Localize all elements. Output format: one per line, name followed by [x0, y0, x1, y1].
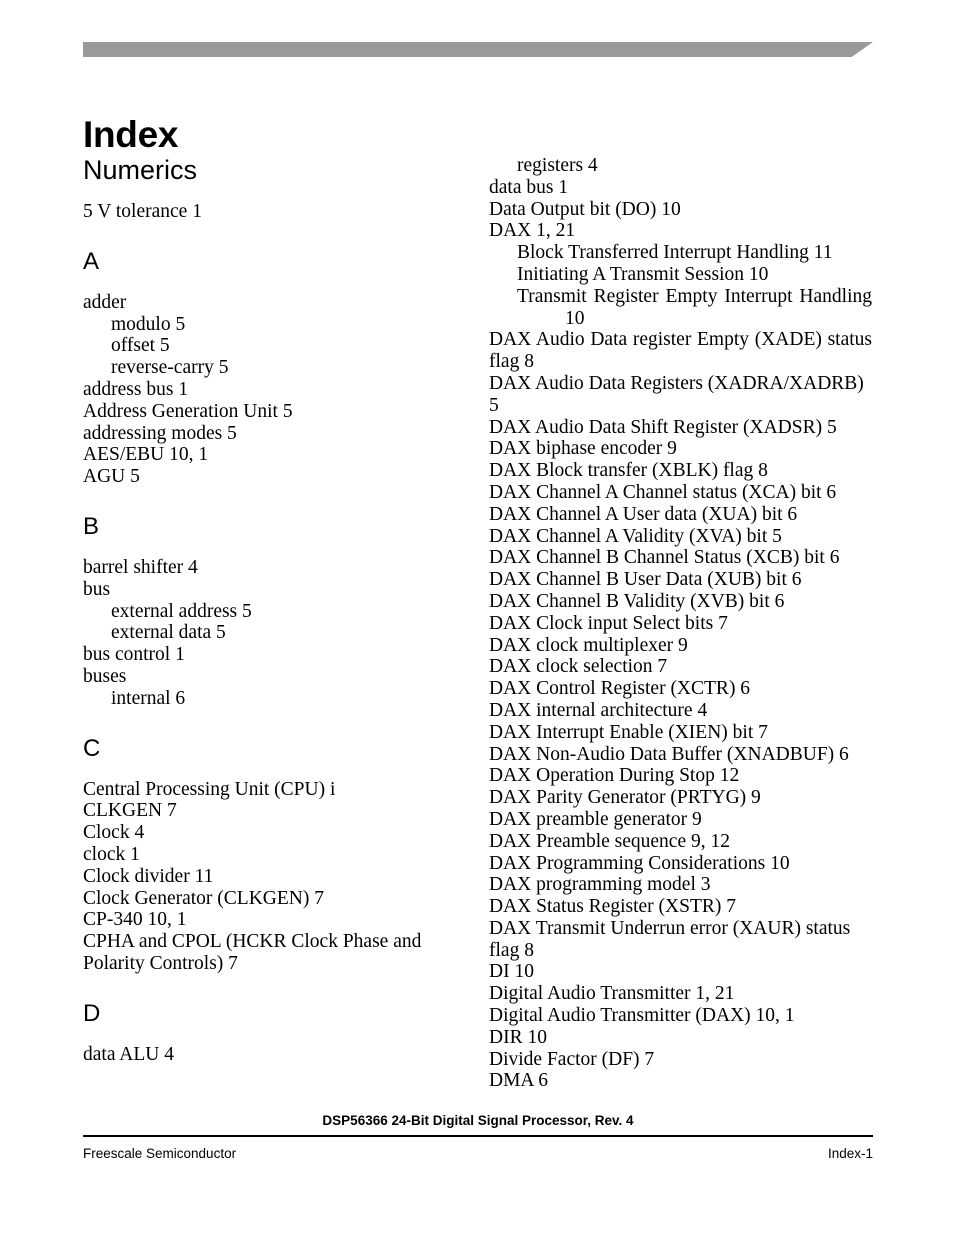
index-entry: addressing modes 5 [83, 422, 237, 444]
index-entry: 5 V tolerance 1 [83, 201, 202, 222]
index-entry: DAX programming model 3 [489, 874, 711, 896]
index-entry: CPHA and CPOL (HCKR Clock Phase and Pola… [83, 931, 422, 974]
index-sub-entry: internal 6 [111, 687, 186, 709]
index-sub-entry: external data 5 [111, 622, 226, 644]
header-accent-bar [83, 42, 873, 57]
index-entry: barrel shifter 4 [83, 556, 198, 578]
index-entry: DAX Audio Data register Empty (XADE) sta… [489, 329, 872, 373]
index-entry: clock 1 [83, 843, 140, 865]
index-entry: adder [83, 291, 127, 313]
index-entry: buses [83, 665, 127, 687]
index-entry: CP-340 10, 1 [83, 909, 187, 931]
header-accent-bar-shape [83, 42, 873, 57]
index-entry: DAX clock multiplexer 9 [489, 634, 688, 656]
index-entry: data ALU 4 [83, 1043, 174, 1065]
footer-page-number: Index-1 [827, 1145, 873, 1161]
index-entry: DAX Interrupt Enable (XIEN) bit 7 [489, 721, 768, 743]
index-entry: DAX Channel B User Data (XUB) bit 6 [489, 569, 802, 591]
index-entry: DAX Preamble sequence 9, 12 [489, 830, 730, 852]
index-entry: DMA 6 [489, 1070, 549, 1092]
index-entry: DIR 10 [489, 1026, 547, 1048]
index-sub-entry: external address 5 [111, 600, 252, 622]
index-entry: Divide Factor (DF) 7 [489, 1048, 655, 1070]
index-entry: Address Generation Unit 5 [83, 400, 293, 422]
index-entry: DAX Channel A Channel status (XCA) bit 6 [489, 481, 837, 503]
index-section-letter: B [83, 512, 100, 540]
index-entry: Data Output bit (DO) 10 [489, 198, 681, 220]
index-entry: address bus 1 [83, 378, 189, 400]
index-entry: DAX Audio Data Shift Register (XADSR) 5 [489, 416, 837, 438]
index-entry: Digital Audio Transmitter 1, 21 [489, 983, 735, 1005]
index-entry: DAX Channel A User data (XUA) bit 6 [489, 503, 798, 525]
page-title: Index [83, 113, 179, 155]
index-entry: DAX preamble generator 9 [489, 808, 702, 830]
index-section-letter: D [83, 999, 101, 1027]
index-entry: DAX clock selection 7 [489, 656, 668, 678]
footer-document-title: DSP56366 24-Bit Digital Signal Processor… [322, 1113, 634, 1128]
index-entry: Digital Audio Transmitter (DAX) 10, 1 [489, 1005, 795, 1027]
index-sub-entry: offset 5 [111, 335, 170, 357]
index-section-heading: Numerics [83, 155, 198, 185]
index-sub-entry: reverse-carry 5 [111, 357, 229, 379]
index-entry: DAX Control Register (XCTR) 6 [489, 678, 751, 700]
index-entry: DAX Programming Considerations 10 [489, 852, 790, 874]
index-column-left: Numerics 5 V tolerance 1 Aadder modulo 5 off… [83, 155, 466, 1090]
index-entry: AGU 5 [83, 466, 140, 488]
index-entry: DAX Block transfer (XBLK) flag 8 [489, 460, 768, 482]
index-entry: data bus 1 [489, 176, 569, 198]
index-entry: DAX Audio Data Registers (XADRA/XADRB) 5 [489, 372, 864, 416]
index-entry: bus [83, 578, 111, 600]
index-entry: DAX Parity Generator (PRTYG) 9 [489, 787, 761, 809]
index-entry: DI 10 [489, 961, 534, 983]
index-entry: DAX Operation During Stop 12 [489, 765, 740, 787]
page-footer: DSP56366 24-Bit Digital Signal Processor… [83, 1112, 873, 1161]
index-column-right: registers 4 data bus 1 Data Output bit (DO… [489, 155, 872, 1092]
index-entry: DAX biphase encoder 9 [489, 438, 677, 460]
index-entry: DAX Transmit Underrun error (XAUR) statu… [489, 917, 851, 961]
index-columns: Numerics 5 V tolerance 1 Aadder modulo 5 off… [83, 155, 873, 1092]
footer-row: Freescale Semiconductor Index-1 [83, 1137, 873, 1161]
index-entry: Clock 4 [83, 822, 145, 844]
index-sub-entry: Initiating A Transmit Session 10 [517, 263, 769, 285]
index-section-letter: C [83, 734, 101, 762]
index-entry: DAX Channel B Channel Status (XCB) bit 6 [489, 547, 840, 569]
index-entry: AES/EBU 10, 1 [83, 444, 209, 466]
index-entry: DAX Channel A Validity (XVA) bit 5 [489, 525, 782, 547]
index-entry: DAX Clock input Select bits 7 [489, 612, 728, 634]
index-sub-entry: modulo 5 [111, 313, 186, 335]
index-sub-entry: Block Transferred Interrupt Handling 11 [517, 242, 833, 264]
index-entry: Central Processing Unit (CPU) i [83, 778, 336, 800]
index-entry: DAX Status Register (XSTR) 7 [489, 896, 736, 918]
index-page-reference: 10 [565, 307, 585, 329]
index-section-letter: A [83, 247, 100, 275]
index-entry: Clock Generator (CLKGEN) 7 [83, 887, 324, 909]
index-entry: DAX internal architecture 4 [489, 699, 708, 721]
index-entry: CLKGEN 7 [83, 800, 177, 822]
index-entry: Clock divider 11 [83, 865, 214, 887]
index-entry: DAX 1, 21 [489, 220, 576, 242]
index-sub-entry: Transmit Register Empty Interrupt Handli… [517, 285, 872, 329]
index-sub-entry: registers 4 [517, 155, 598, 176]
index-entry: DAX Non-Audio Data Buffer (XNADBUF) 6 [489, 743, 849, 765]
footer-company: Freescale Semiconductor [83, 1145, 237, 1161]
index-entry: bus control 1 [83, 644, 185, 666]
index-entry: DAX Channel B Validity (XVB) bit 6 [489, 590, 785, 612]
